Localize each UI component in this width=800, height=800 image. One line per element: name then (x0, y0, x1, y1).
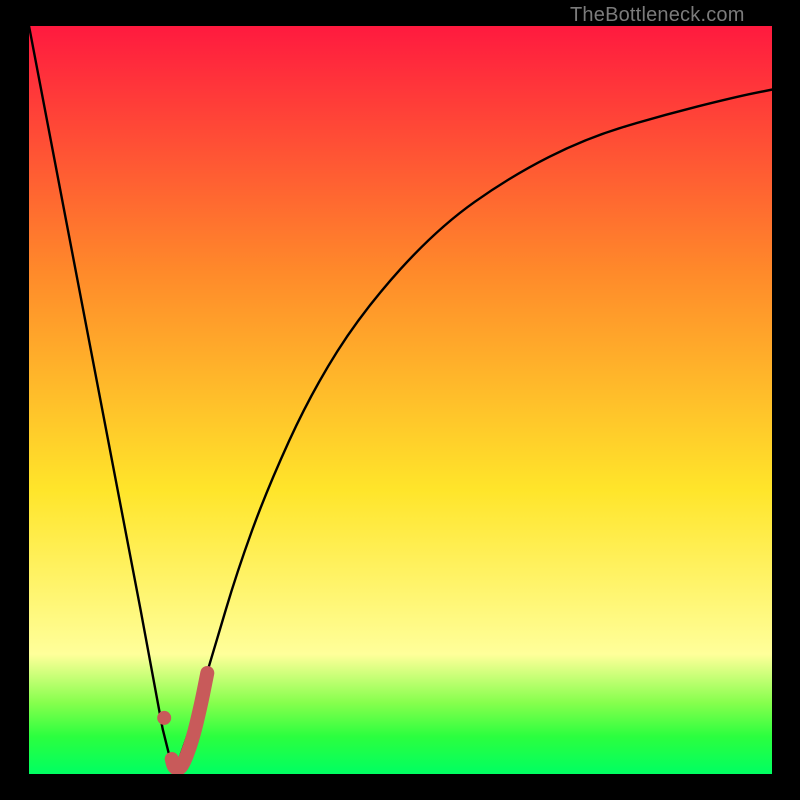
watermark-text: TheBottleneck.com (570, 4, 745, 27)
chart-stage: TheBottleneck.com (0, 0, 800, 800)
plot-inner (29, 26, 772, 774)
background-gradient (29, 26, 772, 774)
